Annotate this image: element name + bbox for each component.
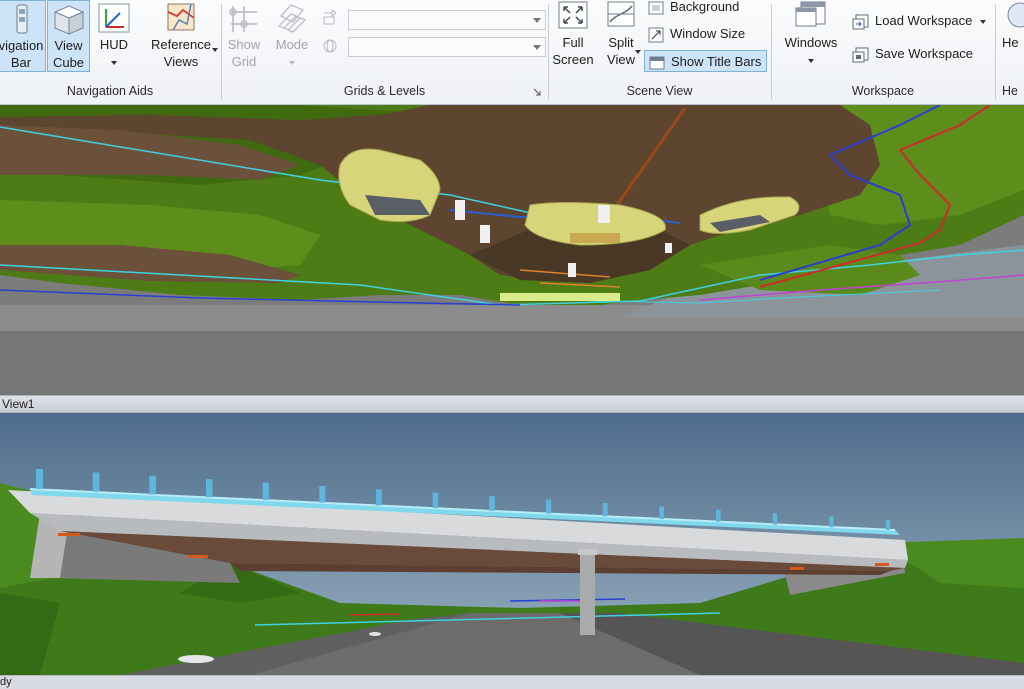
windows-icon [795,1,826,27]
hud-dropdown-icon [111,60,117,65]
barrier-post [376,489,382,506]
barrier-post [92,472,100,492]
help-label: He [1002,35,1019,50]
navigation-aids-group: vigation Bar View Cube HUD Reference Vie… [0,0,220,104]
hud-label: HUD [99,37,129,52]
workspace-group: Windows Load Workspace Save Workspace Wo… [772,0,994,104]
show-grid-label-1: Show [227,37,261,52]
window-size-label: Window Size [670,26,746,41]
show-title-bars-button[interactable]: Show Title Bars [644,50,767,72]
dropdown-arrow-icon [533,45,541,50]
bottom-scene-view[interactable] [0,413,1024,675]
ribbon: vigation Bar View Cube HUD Reference Vie… [0,0,1024,105]
background-icon [648,1,664,15]
workspace-label: Workspace [851,84,915,98]
full-screen-label-1: Full [562,35,584,50]
windows-label: Windows [784,35,838,50]
globe-icon [323,39,337,53]
barrier-post [659,506,665,520]
status-text: dy [0,676,12,688]
reference-views-icon [167,3,195,31]
barrier-post [262,482,269,500]
reference-views-label-1: Reference [151,37,211,52]
dropdown-arrow-icon [533,18,541,23]
view-cube-label-2: Cube [52,55,85,70]
navigation-bar-label-2: Bar [10,55,32,70]
reference-views-dropdown-icon [212,48,218,52]
windows-dropdown-icon [808,58,814,63]
full-screen-label-2: Screen [552,52,594,67]
view1-title: View1 [2,397,35,411]
help-group: He He [996,0,1024,104]
save-workspace-icon [852,47,869,63]
navigation-bar-label-1: vigation [0,38,44,53]
barrier-post [829,516,834,528]
grid-mode-button[interactable]: Mode [270,0,314,72]
grid-mode-dropdown[interactable] [348,37,546,57]
reference-views-button[interactable]: Reference Views [144,0,218,72]
barrier-posts [36,469,890,530]
top-scene-view[interactable] [0,105,1024,395]
barrier-post [319,486,326,503]
barrier-post [206,479,213,498]
model-plan-render [0,105,1024,395]
save-workspace-label: Save Workspace [875,46,974,61]
split-view-dropdown-icon [635,50,641,54]
barrier-post [886,520,890,530]
window-size-button[interactable]: Window Size [647,23,745,45]
barrier-post [772,513,778,525]
split-view-button[interactable]: Split View [599,0,643,72]
windows-button[interactable]: Windows [778,0,844,72]
background-button[interactable]: Background [647,0,739,18]
show-grid-button[interactable]: Show Grid [222,0,266,72]
full-screen-button[interactable]: Full Screen [551,0,595,72]
level-arrow-icon [323,10,337,25]
load-workspace-icon [852,14,869,30]
help-button[interactable]: He [1002,0,1024,72]
barrier-post [602,503,608,517]
grids-levels-label: Grids & Levels [343,84,426,98]
status-bar: dy [0,675,1024,689]
hud-button[interactable]: HUD [94,0,134,72]
barrier-post [432,492,439,509]
background-label: Background [670,0,740,14]
barrier-post [36,469,43,489]
hud-axes-icon [98,3,130,33]
scene-view-group: Full Screen Split View Background Window… [549,0,770,104]
navigation-bar-button[interactable]: vigation Bar [0,0,46,72]
help-icon [1007,2,1024,28]
mode-label: Mode [275,37,309,52]
barrier-post [149,475,156,495]
navigation-bar-icon [16,4,28,34]
grid-icon [229,6,257,32]
view-cube-icon [53,5,84,35]
grid-level-dropdown[interactable] [348,10,546,30]
dialog-launcher-icon[interactable] [533,88,542,97]
save-workspace-button[interactable]: Save Workspace [852,43,973,65]
load-workspace-dropdown-icon [979,19,986,24]
view-cube-button[interactable]: View Cube [47,0,90,72]
barrier-post [489,496,495,511]
show-title-bars-label: Show Title Bars [671,54,762,69]
show-grid-label-2: Grid [231,54,257,69]
mode-dropdown-icon [289,60,295,65]
split-view-label-1: Split [608,35,634,50]
barrier-post [546,499,552,514]
load-workspace-button[interactable]: Load Workspace [852,10,986,32]
navigation-aids-label: Navigation Aids [66,84,154,98]
scene-view-label: Scene View [626,84,693,98]
grid-mode-icon [277,4,307,33]
view-cube-label-1: View [54,38,83,53]
load-workspace-label: Load Workspace [875,13,973,28]
title-bars-icon [649,56,665,70]
split-view-icon [607,1,635,27]
full-screen-icon [558,1,588,29]
barrier-post [716,509,721,522]
help-group-label: He [1002,84,1018,98]
grids-levels-group: Show Grid Mode Grids & Levels [222,0,547,104]
view1-title-bar[interactable]: View1 [0,395,1024,413]
reference-views-label-2: Views [163,54,199,69]
window-size-icon [648,27,664,43]
